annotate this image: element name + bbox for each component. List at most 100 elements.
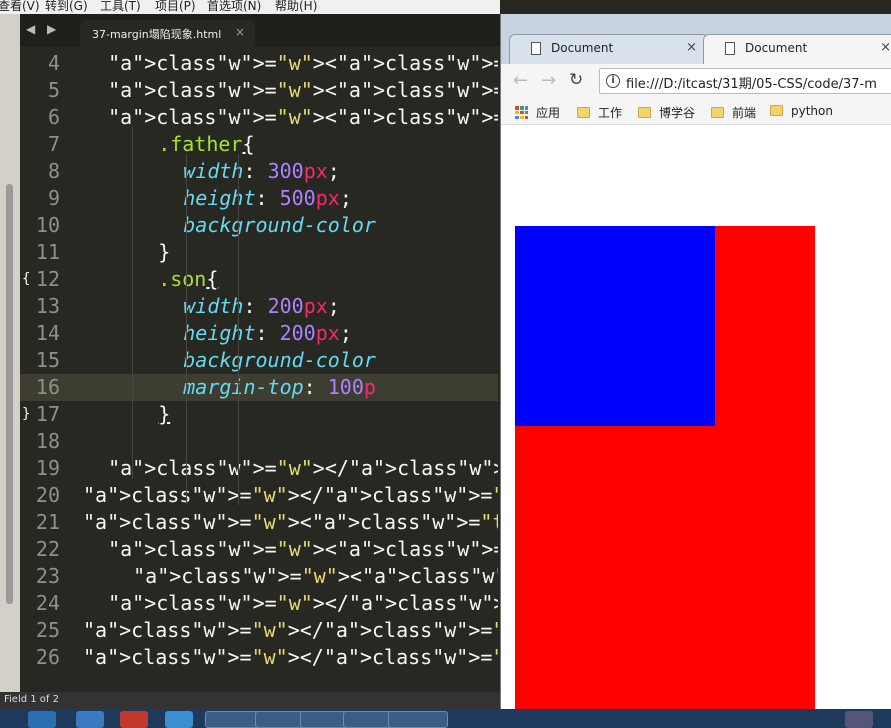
line-number: 25	[35, 618, 60, 642]
code-line[interactable]: 24 "a">class"w">="w"></"a">class"w">="t">…	[20, 590, 498, 617]
line-number: 22	[35, 537, 60, 561]
fold-marker-icon[interactable]: {	[22, 266, 30, 293]
menu-tools[interactable]: 工具(T)	[100, 0, 141, 14]
bookmarks-bar: 应用 工作 博学谷 前端 python	[501, 100, 891, 125]
code-line[interactable]: 4 "a">class"w">="w"><"a">class"w">="t">me…	[20, 50, 498, 77]
menu-project[interactable]: 项目(P)	[155, 0, 196, 14]
code-line[interactable]: 18	[20, 428, 498, 455]
code-line[interactable]: 16 margin-top: 100p	[20, 374, 498, 401]
back-arrow-icon[interactable]: ←	[513, 70, 528, 91]
code-text: "a">class"w">="w"></"a">class"w">="t">di…	[108, 591, 498, 615]
code-line[interactable]: 26 "a">class"w">="w"></"a">class"w">="t">…	[20, 644, 498, 671]
code-text: width: 300px;	[183, 159, 340, 183]
menu-goto[interactable]: 转到(G)	[45, 0, 88, 14]
code-text: "a">class"w">="w"></"a">class"w">="t">bo…	[83, 618, 498, 642]
code-line[interactable]: 13 width: 200px;	[20, 293, 498, 320]
keyboard-icon[interactable]	[845, 711, 873, 728]
code-line[interactable]: 9 height: 500px;	[20, 185, 498, 212]
code-line[interactable]: 17}}	[20, 401, 498, 428]
browser-toolbar: ← → ↻ i file:///D:/itcast/31期/05-CSS/cod…	[501, 64, 891, 100]
code-line[interactable]: 8 width: 300px;	[20, 158, 498, 185]
app-icon[interactable]	[120, 711, 148, 728]
code-line[interactable]: 14 height: 200px;	[20, 320, 498, 347]
code-line[interactable]: 23 "a">class"w">="w"><"a">class"w">="t">d…	[20, 563, 498, 590]
bookmark-python[interactable]: python	[770, 104, 833, 118]
code-text: height: 200px;	[183, 321, 352, 345]
menu-view[interactable]: 查看(V)	[0, 0, 40, 14]
code-text: "a">class"w">="w"><"a">class"w">="t">met…	[108, 51, 498, 75]
sidebar-scrollbar[interactable]	[6, 184, 13, 604]
code-text: "a">class"w">="w"></"a">class"w">="t">he…	[83, 483, 498, 507]
code-text: background-color	[183, 213, 376, 237]
line-number: 21	[35, 510, 60, 534]
code-line[interactable]: 5 "a">class"w">="w"><"a">class"w">="t">ti…	[20, 77, 498, 104]
info-icon[interactable]: i	[606, 74, 620, 88]
line-number: 11	[35, 240, 60, 264]
code-line[interactable]: 7 .father{	[20, 131, 498, 158]
code-text: "a">class"w">="w"><"a">class"w">="t">tit…	[108, 78, 498, 102]
tab-nav-arrows[interactable]: ◀ ▶	[26, 22, 60, 36]
code-line[interactable]: 6 "a">class"w">="w"><"a">class"w">="t">st…	[20, 104, 498, 131]
bookmark-work[interactable]: 工作	[577, 104, 622, 121]
line-number: 7	[47, 132, 60, 156]
code-line[interactable]: 22 "a">class"w">="w"><"a">class"w">="t">d…	[20, 536, 498, 563]
browser-tab-2[interactable]: Document ×	[703, 34, 891, 64]
taskbar	[0, 709, 891, 728]
bookmark-frontend[interactable]: 前端	[711, 104, 756, 121]
app-icon[interactable]	[76, 711, 104, 728]
code-text: "a">class"w">="w"></"a">class"w">="t">ht…	[83, 645, 498, 669]
code-editor[interactable]: 4 "a">class"w">="w"><"a">class"w">="t">me…	[20, 46, 498, 691]
ie-icon[interactable]	[28, 711, 56, 728]
folder-icon	[711, 107, 724, 118]
taskbar-button[interactable]	[388, 711, 448, 728]
status-bar: Field 1 of 2	[0, 692, 500, 709]
code-text: margin-top: 100p	[183, 375, 376, 399]
page-icon	[725, 42, 735, 55]
browser-tab-1[interactable]: Document ×	[509, 34, 709, 64]
indent-guide	[238, 154, 239, 505]
code-line[interactable]: 15 background-color	[20, 347, 498, 374]
line-number: 4	[47, 51, 60, 75]
page-viewport	[501, 125, 891, 711]
code-text: "a">class"w">="w"><"a">class"w">="t">bod…	[83, 510, 498, 534]
sidebar-edge	[0, 14, 20, 692]
line-number: 24	[35, 591, 60, 615]
bookmark-boxuegu[interactable]: 博学谷	[638, 104, 695, 121]
address-bar[interactable]: i file:///D:/itcast/31期/05-CSS/code/37-m	[599, 68, 891, 94]
code-text: "a">class"w">="w"><"a">class"w">="t">sty…	[108, 105, 498, 129]
code-text: .son{	[158, 267, 219, 291]
browser-tab-label: Document	[551, 41, 614, 55]
line-number: 9	[47, 186, 60, 210]
code-line[interactable]: 12{.son{	[20, 266, 498, 293]
line-number: 10	[35, 213, 60, 237]
menu-preferences[interactable]: 首选项(N)	[207, 0, 261, 14]
line-number: 6	[47, 105, 60, 129]
browser-tab-strip: Document × Document ×	[501, 14, 891, 64]
indent-guide	[186, 154, 187, 505]
code-line[interactable]: 19 "a">class"w">="w"></"a">class"w">="t">…	[20, 455, 498, 482]
folder-icon	[577, 107, 590, 118]
close-icon[interactable]: ×	[235, 25, 245, 39]
editor-tab-label: 37-margin塌陷现象.html	[92, 28, 222, 41]
indent-guide	[132, 127, 133, 478]
menu-help[interactable]: 帮助(H)	[275, 0, 317, 14]
reload-icon[interactable]: ↻	[569, 70, 583, 90]
browser-window: Document × Document × ← → ↻ i file:///D:…	[500, 14, 891, 711]
code-line[interactable]: 21 "a">class"w">="w"><"a">class"w">="t">b…	[20, 509, 498, 536]
bookmark-apps[interactable]: 应用	[515, 104, 560, 121]
fold-marker-icon[interactable]: }	[22, 401, 30, 428]
line-number: 14	[35, 321, 60, 345]
app-icon[interactable]	[165, 711, 193, 728]
code-line[interactable]: 20 "a">class"w">="w"></"a">class"w">="t">…	[20, 482, 498, 509]
code-line[interactable]: 11}	[20, 239, 498, 266]
browser-tab-label: Document	[745, 41, 808, 55]
editor-tab-file[interactable]: 37-margin塌陷现象.html ×	[80, 20, 255, 46]
code-text: "a">class"w">="w"></"a">class"w">="t">st…	[108, 456, 498, 480]
code-line[interactable]: 10 background-color	[20, 212, 498, 239]
forward-arrow-icon[interactable]: →	[541, 70, 556, 91]
code-line[interactable]: 25 "a">class"w">="w"></"a">class"w">="t">…	[20, 617, 498, 644]
folder-icon	[770, 105, 783, 116]
close-icon[interactable]: ×	[686, 40, 697, 55]
close-icon[interactable]: ×	[880, 40, 891, 55]
line-number: 26	[35, 645, 60, 669]
